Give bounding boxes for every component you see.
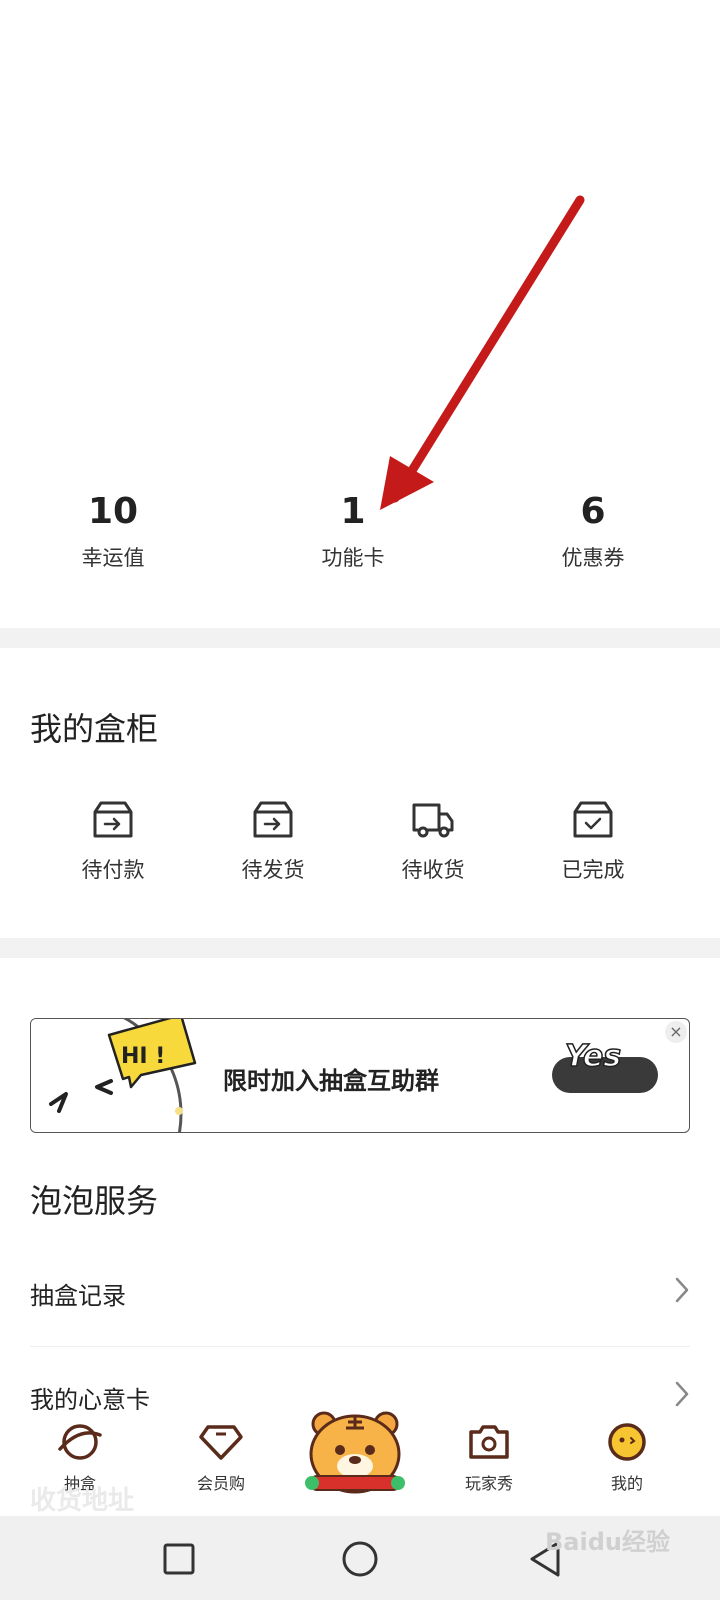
join-group-banner[interactable]: HI ! 限时加入抽盒互助群 Yes ×: [30, 1018, 690, 1133]
section-separator: [0, 938, 720, 958]
annotation-arrow-icon: [380, 195, 585, 510]
tab-player-show[interactable]: 玩家秀: [434, 1410, 544, 1494]
pending-shipment-label: 待发货: [241, 858, 305, 882]
planet-icon: [58, 1424, 102, 1460]
tiger-mascot-icon: [305, 1411, 405, 1494]
draw-record-row[interactable]: 抽盒记录: [30, 1262, 690, 1322]
pending-receipt-button[interactable]: 待收货: [353, 800, 513, 884]
tab-member-shop-label: 会员购: [196, 1474, 245, 1493]
pending-receipt-label: 待收货: [401, 858, 465, 882]
box-check-icon: [573, 801, 613, 838]
cabinet-title: 我的盒柜: [30, 710, 159, 748]
recent-apps-icon[interactable]: [162, 1542, 196, 1576]
tab-player-show-label: 玩家秀: [464, 1474, 513, 1493]
pending-payment-button[interactable]: 待付款: [33, 800, 193, 884]
chevron-right-icon: [675, 1381, 689, 1407]
box-arrow-icon: [93, 801, 133, 838]
pending-payment-label: 待付款: [81, 858, 145, 882]
close-icon[interactable]: ×: [665, 1021, 687, 1043]
shipping-address-row-faded: 收货地址: [30, 1486, 135, 1516]
box-arrow-icon: [253, 801, 293, 838]
row-divider: [30, 1346, 690, 1347]
draw-record-label: 抽盒记录: [30, 1282, 126, 1310]
tab-member-shop[interactable]: 会员购: [166, 1410, 276, 1494]
camera-icon: [469, 1425, 509, 1459]
chevron-right-icon: [675, 1277, 689, 1303]
tab-mine[interactable]: 我的: [572, 1410, 682, 1494]
home-icon[interactable]: [341, 1540, 379, 1578]
diamond-icon: [199, 1425, 243, 1460]
hi-bubble-text: HI !: [121, 1044, 165, 1069]
tab-mine-label: 我的: [610, 1474, 643, 1493]
luck-value-label: 幸运值: [81, 546, 145, 570]
yes-label: Yes: [564, 1038, 622, 1075]
pending-shipment-button[interactable]: 待发货: [193, 800, 353, 884]
section-separator: [0, 628, 720, 648]
banner-text: 限时加入抽盒互助群: [223, 1067, 439, 1095]
completed-label: 已完成: [561, 858, 625, 882]
function-card-label: 功能卡: [321, 546, 385, 570]
services-title: 泡泡服务: [30, 1182, 159, 1220]
completed-button[interactable]: 已完成: [513, 800, 673, 884]
tab-home-mascot[interactable]: [300, 1390, 410, 1500]
cartoon-face-icon: HI !: [31, 1019, 197, 1132]
baidu-watermark: Baidu经验: [545, 1528, 670, 1556]
coupon-label: 优惠券: [561, 546, 625, 570]
smiley-icon: [608, 1423, 646, 1461]
truck-icon: [412, 803, 454, 838]
